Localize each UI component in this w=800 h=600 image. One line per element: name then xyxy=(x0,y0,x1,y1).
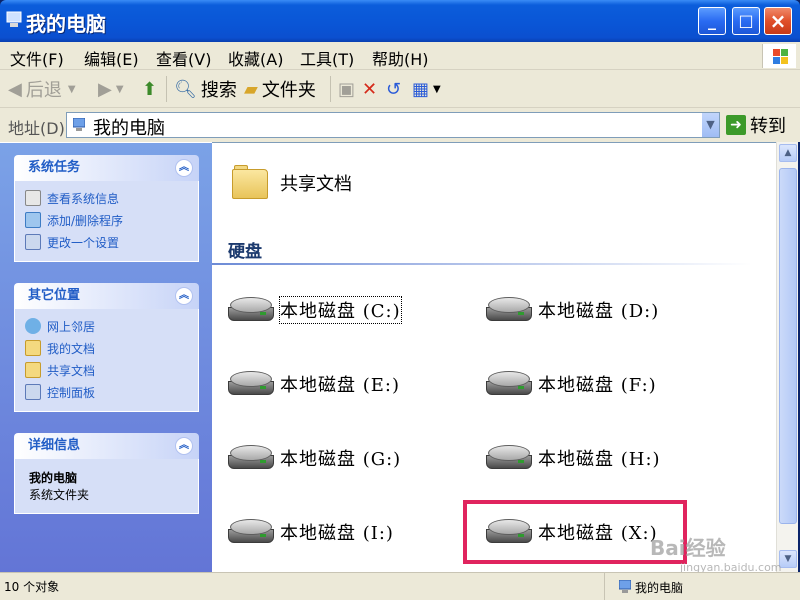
control-panel-icon xyxy=(25,384,41,400)
group-title-hard-disks: 硬盘 xyxy=(228,242,262,262)
toolbar: ◀ 后退 ▼ ▶ ▼ ⬆ 🔍︎ 搜索 ▰ 文件夹 ▣ ✕ ↺ ▦ ▼ xyxy=(0,70,800,108)
other-places-panel: 其它位置 ︽ 网上邻居 我的文档 共享文档 控制面板 xyxy=(14,283,199,412)
windows-logo-icon xyxy=(762,44,796,68)
search-icon: 🔍︎ xyxy=(174,78,197,100)
drive-e[interactable]: 本地磁盘 (E:) xyxy=(226,369,400,399)
computer-icon xyxy=(73,118,85,131)
address-input[interactable]: 我的电脑 ▼ xyxy=(66,112,720,139)
forward-button[interactable]: ▶ ▼ xyxy=(98,77,124,101)
up-arrow-icon: ⬆ xyxy=(142,78,158,100)
move-icon: ▣ xyxy=(338,78,356,100)
address-dropdown-button[interactable]: ▼ xyxy=(701,113,719,137)
hard-drive-icon xyxy=(226,295,276,325)
system-tasks-panel: 系统任务 ︽ 查看系统信息 添加/删除程序 更改一个设置 xyxy=(14,155,199,262)
place-link-control-panel[interactable]: 控制面板 xyxy=(25,381,198,403)
close-button[interactable]: × xyxy=(764,7,792,35)
details-name: 我的电脑 xyxy=(29,471,78,485)
place-link-shared-documents[interactable]: 共享文档 xyxy=(25,359,198,381)
forward-arrow-icon: ▶ xyxy=(98,78,112,100)
back-arrow-icon: ◀ xyxy=(8,78,22,100)
menu-help[interactable]: 帮助(H) xyxy=(372,46,429,70)
menu-favorites[interactable]: 收藏(A) xyxy=(228,46,283,70)
object-count: 10 个对象 xyxy=(4,580,60,594)
views-icon: ▦ xyxy=(412,78,430,100)
place-link-my-documents[interactable]: 我的文档 xyxy=(25,337,198,359)
drive-g[interactable]: 本地磁盘 (G:) xyxy=(226,443,401,473)
place-link-network[interactable]: 网上邻居 xyxy=(25,315,198,337)
task-link-change-setting[interactable]: 更改一个设置 xyxy=(25,231,198,253)
hard-drive-icon xyxy=(484,443,534,473)
panel-header[interactable]: 其它位置 ︽ xyxy=(14,283,199,309)
drive-c[interactable]: 本地磁盘 (C:) xyxy=(226,295,402,325)
move-to-button[interactable]: ▣ xyxy=(338,77,359,101)
menu-edit[interactable]: 编辑(E) xyxy=(84,46,139,70)
hard-drive-icon xyxy=(226,443,276,473)
documents-folder-icon xyxy=(25,340,41,356)
details-panel: 详细信息 ︽ 我的电脑 系统文件夹 xyxy=(14,433,199,514)
chevron-down-icon: ▼ xyxy=(67,83,76,95)
task-pane: 系统任务 ︽ 查看系统信息 添加/删除程序 更改一个设置 其它位置 ︽ 网上邻居… xyxy=(0,142,212,572)
details-description: 系统文件夹 xyxy=(29,488,90,502)
group-divider xyxy=(212,263,752,265)
computer-icon xyxy=(619,580,631,593)
shared-folder-icon xyxy=(25,362,41,378)
chevron-down-icon: ▼ xyxy=(115,83,124,95)
search-button[interactable]: 🔍︎ 搜索 xyxy=(174,77,237,102)
drive-f[interactable]: 本地磁盘 (F:) xyxy=(484,369,657,399)
back-button[interactable]: ◀ 后退 ▼ xyxy=(8,77,76,102)
folder-icon xyxy=(230,165,270,201)
network-icon xyxy=(25,318,41,334)
programs-icon xyxy=(25,212,41,228)
panel-header[interactable]: 详细信息 ︽ xyxy=(14,433,199,459)
menu-view[interactable]: 查看(V) xyxy=(156,46,211,70)
menu-bar: 文件(F) 编辑(E) 查看(V) 收藏(A) 工具(T) 帮助(H) xyxy=(0,42,800,70)
undo-icon: ↺ xyxy=(386,78,402,100)
drive-h[interactable]: 本地磁盘 (H:) xyxy=(484,443,661,473)
hard-drive-icon xyxy=(484,295,534,325)
drive-d[interactable]: 本地磁盘 (D:) xyxy=(484,295,659,325)
computer-icon xyxy=(6,11,22,27)
scroll-thumb[interactable] xyxy=(779,168,797,524)
delete-button[interactable]: ✕ xyxy=(362,77,381,101)
status-bar: 10 个对象 我的电脑 xyxy=(0,572,800,600)
maximize-button[interactable]: □ xyxy=(732,7,760,35)
address-label: 地址(D) xyxy=(8,119,65,138)
collapse-icon[interactable]: ︽ xyxy=(175,159,193,177)
drive-i[interactable]: 本地磁盘 (I:) xyxy=(226,517,394,547)
window-title: 我的电脑 xyxy=(26,12,106,36)
vertical-scrollbar[interactable]: ▲ ▼ xyxy=(776,142,798,572)
watermark: Bai经验 jingyan.baidu.com xyxy=(650,536,782,574)
menu-file[interactable]: 文件(F) xyxy=(10,46,64,70)
status-location: 我的电脑 xyxy=(604,573,800,600)
task-link-system-info[interactable]: 查看系统信息 xyxy=(25,187,198,209)
panel-header[interactable]: 系统任务 ︽ xyxy=(14,155,199,181)
minimize-button[interactable]: _ xyxy=(698,7,726,35)
address-bar: 地址(D) 我的电脑 ▼ ➜ 转到 xyxy=(0,108,800,142)
shared-documents-item[interactable]: 共享文档 xyxy=(230,165,352,201)
address-value: 我的电脑 xyxy=(93,118,165,139)
hard-drive-icon xyxy=(484,369,534,399)
hard-drive-icon xyxy=(226,369,276,399)
folders-button[interactable]: ▰ 文件夹 xyxy=(244,77,316,102)
scroll-up-button[interactable]: ▲ xyxy=(779,144,797,162)
delete-icon: ✕ xyxy=(362,78,378,100)
hard-drive-icon xyxy=(226,517,276,547)
views-button[interactable]: ▦ ▼ xyxy=(412,77,441,101)
task-link-add-remove-programs[interactable]: 添加/删除程序 xyxy=(25,209,198,231)
go-button[interactable]: ➜ 转到 xyxy=(726,113,786,137)
go-arrow-icon: ➜ xyxy=(726,115,746,135)
chevron-down-icon: ▼ xyxy=(433,83,441,95)
up-folder-button[interactable]: ⬆ xyxy=(142,77,161,101)
undo-button[interactable]: ↺ xyxy=(386,77,405,101)
collapse-icon[interactable]: ︽ xyxy=(175,437,193,455)
collapse-icon[interactable]: ︽ xyxy=(175,287,193,305)
title-bar: 我的电脑 _ □ × xyxy=(0,0,800,42)
settings-icon xyxy=(25,234,41,250)
system-info-icon xyxy=(25,190,41,206)
folder-icon: ▰ xyxy=(244,78,258,100)
menu-tools[interactable]: 工具(T) xyxy=(300,46,354,70)
